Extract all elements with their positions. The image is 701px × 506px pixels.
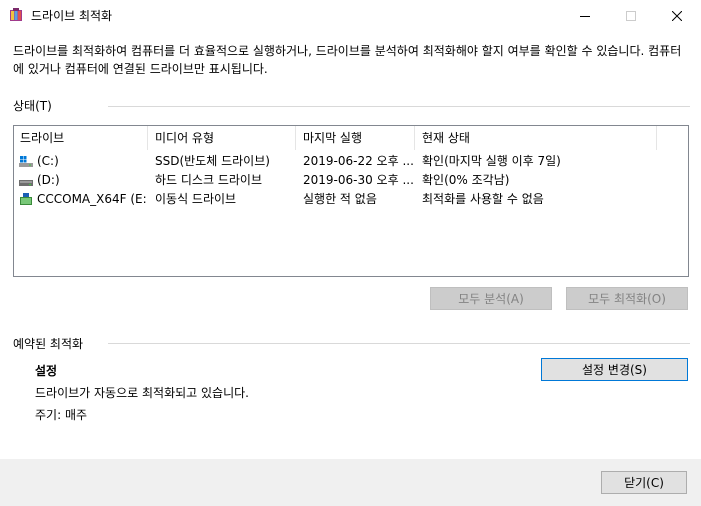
hard-drive-icon — [19, 174, 33, 187]
drive-last-run: 2019-06-22 오후 ... — [303, 154, 413, 168]
column-header-drive[interactable]: 드라이브 — [14, 126, 148, 150]
drive-media-type: 이동식 드라이브 — [155, 192, 237, 206]
minimize-button[interactable] — [562, 0, 608, 31]
scheduled-separator — [108, 343, 690, 344]
drive-last-run: 실행한 적 없음 — [303, 192, 377, 206]
drive-media-type: SSD(반도체 드라이브) — [155, 154, 270, 168]
description-text: 드라이브를 최적화하여 컴퓨터를 더 효율적으로 실행하거나, 드라이브를 분석… — [13, 44, 682, 76]
drive-name: (D:) — [37, 173, 60, 187]
close-window-button[interactable] — [654, 0, 700, 31]
drive-name: (C:) — [37, 154, 59, 168]
drive-last-run: 2019-06-30 오후 ... — [303, 173, 413, 187]
usb-drive-icon — [19, 193, 33, 206]
drive-list-header: 드라이브 미디어 유형 마지막 실행 현재 상태 — [14, 126, 688, 150]
defrag-app-icon — [9, 8, 23, 22]
status-separator — [108, 106, 690, 107]
drive-status: 최적화를 사용할 수 없음 — [422, 192, 544, 206]
frequency-text: 주기: 매주 — [35, 408, 88, 422]
settings-heading: 설정 — [35, 364, 58, 378]
footer-bar: 닫기(C) — [0, 459, 701, 506]
drive-status: 확인(마지막 실행 이후 7일) — [422, 154, 561, 168]
change-settings-button[interactable]: 설정 변경(S) — [541, 358, 688, 381]
windows-drive-icon — [19, 155, 33, 168]
close-button[interactable]: 닫기(C) — [601, 471, 687, 494]
optimize-all-button[interactable]: 모두 최적화(O) — [566, 287, 688, 310]
drive-name: CCCOMA_X64F (E:) — [37, 192, 147, 206]
drive-status: 확인(0% 조각남) — [422, 173, 510, 187]
maximize-button[interactable] — [608, 0, 654, 31]
drive-row-d[interactable]: (D:) 하드 디스크 드라이브 2019-06-30 오후 ... 확인(0%… — [14, 171, 688, 190]
status-section-label: 상태(T) — [13, 99, 52, 113]
window-title: 드라이브 최적화 — [31, 9, 113, 23]
column-header-last-run[interactable]: 마지막 실행 — [297, 126, 415, 150]
drive-media-type: 하드 디스크 드라이브 — [155, 173, 262, 187]
drive-list[interactable]: 드라이브 미디어 유형 마지막 실행 현재 상태 (C:) SSD(반도체 드라… — [13, 125, 689, 277]
analyze-all-button[interactable]: 모두 분석(A) — [430, 287, 552, 310]
column-header-current-status[interactable]: 현재 상태 — [416, 126, 657, 150]
title-bar[interactable]: 드라이브 최적화 — [0, 0, 701, 31]
column-header-media-type[interactable]: 미디어 유형 — [149, 126, 296, 150]
auto-optimize-text: 드라이브가 자동으로 최적화되고 있습니다. — [35, 386, 249, 400]
drive-row-e[interactable]: CCCOMA_X64F (E:) 이동식 드라이브 실행한 적 없음 최적화를 … — [14, 190, 688, 209]
drive-row-c[interactable]: (C:) SSD(반도체 드라이브) 2019-06-22 오후 ... 확인(… — [14, 152, 688, 171]
scheduled-section-label: 예약된 최적화 — [13, 337, 84, 351]
